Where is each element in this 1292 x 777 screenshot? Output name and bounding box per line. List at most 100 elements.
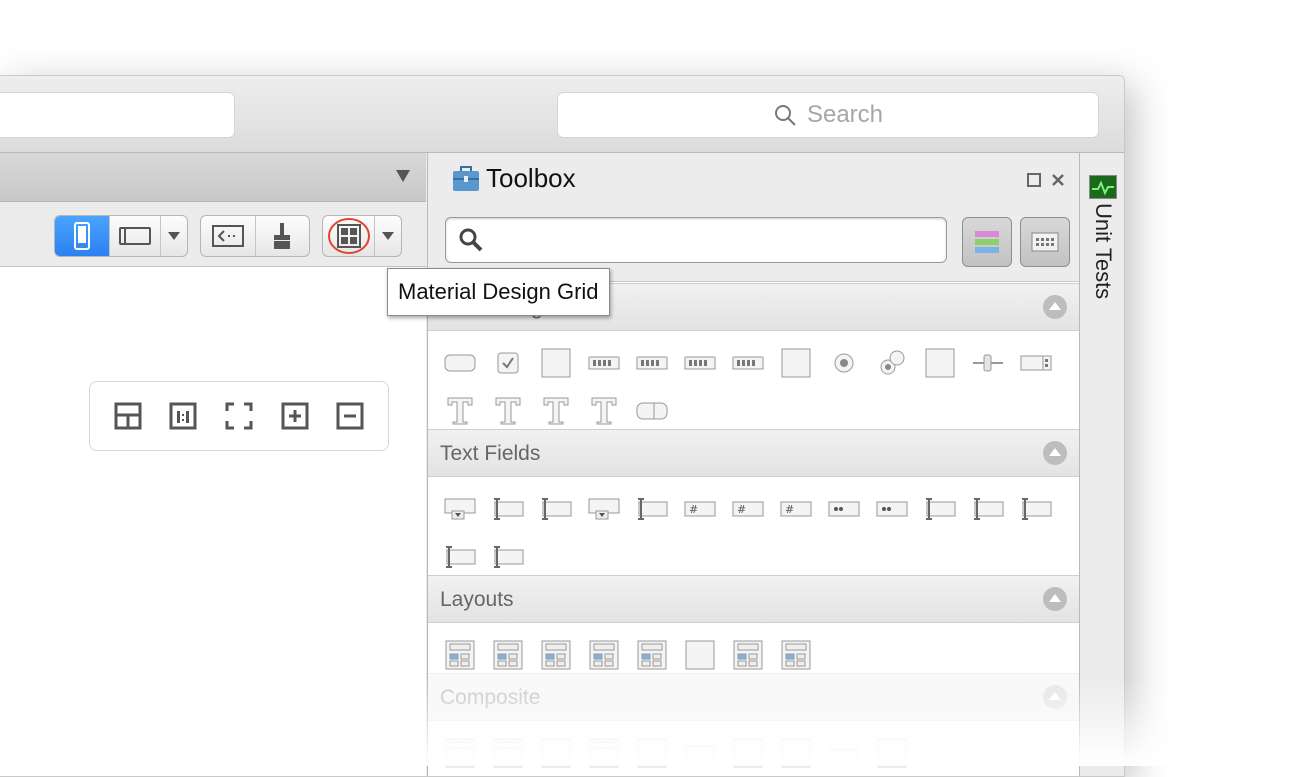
grid-dropdown[interactable] xyxy=(375,216,401,256)
layout-widget-icon[interactable] xyxy=(724,631,772,679)
unit-tests-tab[interactable]: Unit Tests xyxy=(1090,203,1116,299)
composite-widget-icon[interactable] xyxy=(484,729,532,776)
checkbox-widget-icon[interactable] xyxy=(484,339,532,387)
text-field-icon[interactable] xyxy=(484,485,532,533)
pane-menu-icon[interactable] xyxy=(396,170,410,182)
box-widget-icon[interactable] xyxy=(916,339,964,387)
section-header[interactable]: Composite xyxy=(428,673,1079,721)
number-field-icon[interactable]: # xyxy=(676,485,724,533)
search-field[interactable]: Search xyxy=(557,92,1099,138)
composite-widget-icon[interactable] xyxy=(724,729,772,776)
close-icon[interactable] xyxy=(1051,173,1065,187)
list-view-icon xyxy=(975,231,999,253)
layout-widget-icon[interactable] xyxy=(628,631,676,679)
box-widget-icon[interactable] xyxy=(676,631,724,679)
box-widget-icon[interactable] xyxy=(532,339,580,387)
chevron-down-icon xyxy=(382,232,395,240)
composite-search-icon[interactable] xyxy=(676,729,724,776)
section-label: Text Fields xyxy=(440,442,541,465)
remove-icon[interactable] xyxy=(336,402,364,430)
radio-widget-icon[interactable] xyxy=(820,339,868,387)
layout-widget-icon[interactable] xyxy=(532,631,580,679)
add-icon[interactable] xyxy=(281,402,309,430)
layout-widget-icon[interactable] xyxy=(772,631,820,679)
device-segment xyxy=(54,215,188,257)
fullscreen-icon[interactable] xyxy=(225,402,253,430)
source-code-icon xyxy=(211,225,244,247)
brush-button[interactable] xyxy=(256,216,310,256)
number-field-icon[interactable]: # xyxy=(772,485,820,533)
designer-header xyxy=(0,153,426,202)
text-widget-icon[interactable] xyxy=(580,387,628,435)
text-field-icon[interactable] xyxy=(484,533,532,581)
collapse-icon[interactable] xyxy=(1043,587,1067,611)
password-field-icon[interactable] xyxy=(868,485,916,533)
phone-portrait-button[interactable] xyxy=(55,216,110,256)
segmented-widget-icon[interactable] xyxy=(724,339,772,387)
text-field-icon[interactable] xyxy=(628,485,676,533)
brush-icon xyxy=(274,223,291,249)
select-widget-icon[interactable] xyxy=(1012,339,1060,387)
composite-widget-icon[interactable] xyxy=(868,729,916,776)
text-widget-icon[interactable] xyxy=(484,387,532,435)
collapse-icon[interactable] xyxy=(1043,441,1067,465)
number-field-icon[interactable]: # xyxy=(724,485,772,533)
svg-text:#: # xyxy=(737,503,746,516)
icon-view-icon xyxy=(1031,232,1059,252)
address-bar[interactable] xyxy=(0,92,235,138)
section-header[interactable]: Text Fields xyxy=(428,429,1079,477)
layout-widget-icon[interactable] xyxy=(484,631,532,679)
text-field-icon[interactable] xyxy=(532,485,580,533)
unit-tests-icon[interactable] xyxy=(1089,175,1117,199)
tablet-icon xyxy=(119,227,151,245)
text-field-icon[interactable] xyxy=(1012,485,1060,533)
text-field-icon[interactable] xyxy=(916,485,964,533)
collapse-icon[interactable] xyxy=(1043,685,1067,709)
list-view-button[interactable] xyxy=(962,217,1012,267)
maximize-icon[interactable] xyxy=(1027,173,1041,187)
designer-pane xyxy=(0,153,426,776)
layout-widget-icon[interactable] xyxy=(580,631,628,679)
text-field-icon[interactable] xyxy=(436,533,484,581)
combo-field-icon[interactable] xyxy=(580,485,628,533)
svg-text:#: # xyxy=(785,503,794,516)
app-window: Search Toolbox Text Fields # # # Layouts… xyxy=(0,75,1125,777)
text-field-icon[interactable] xyxy=(964,485,1012,533)
search-icon xyxy=(459,228,483,252)
source-button[interactable] xyxy=(201,216,256,256)
device-dropdown[interactable] xyxy=(161,216,187,256)
composite-widget-icon[interactable] xyxy=(628,729,676,776)
chevron-down-icon xyxy=(168,232,180,240)
combo-field-icon[interactable] xyxy=(436,485,484,533)
tablet-landscape-button[interactable] xyxy=(110,216,161,256)
box-widget-icon[interactable] xyxy=(772,339,820,387)
widget-grid xyxy=(428,331,1079,435)
segmented-widget-icon[interactable] xyxy=(676,339,724,387)
toggle-widget-icon[interactable] xyxy=(628,387,676,435)
composite-widget-icon[interactable] xyxy=(580,729,628,776)
text-widget-icon[interactable] xyxy=(436,387,484,435)
segmented-widget-icon[interactable] xyxy=(628,339,676,387)
segmented-widget-icon[interactable] xyxy=(580,339,628,387)
composite-widget-icon[interactable] xyxy=(772,729,820,776)
radio-group-widget-icon[interactable] xyxy=(868,339,916,387)
composite-widget-icon[interactable] xyxy=(436,729,484,776)
split-layout-icon[interactable] xyxy=(114,402,142,430)
section-header[interactable]: Layouts xyxy=(428,575,1079,623)
button-widget-icon[interactable] xyxy=(436,339,484,387)
designer-toolbar xyxy=(0,202,426,267)
tooltip: Material Design Grid xyxy=(387,268,610,316)
material-grid-button[interactable] xyxy=(323,216,376,256)
toolbox-search-input[interactable] xyxy=(445,217,947,263)
composite-widget-icon[interactable] xyxy=(820,729,868,776)
collapse-icon[interactable] xyxy=(1043,295,1067,319)
layout-widget-icon[interactable] xyxy=(436,631,484,679)
text-widget-icon[interactable] xyxy=(532,387,580,435)
columns-icon[interactable] xyxy=(169,402,197,430)
toolbox-panel: Toolbox Form Widgets xyxy=(427,153,1079,776)
slider-widget-icon[interactable] xyxy=(964,339,1012,387)
password-field-icon[interactable] xyxy=(820,485,868,533)
widget-grid xyxy=(428,623,1079,679)
icon-view-button[interactable] xyxy=(1020,217,1070,267)
composite-widget-icon[interactable] xyxy=(532,729,580,776)
